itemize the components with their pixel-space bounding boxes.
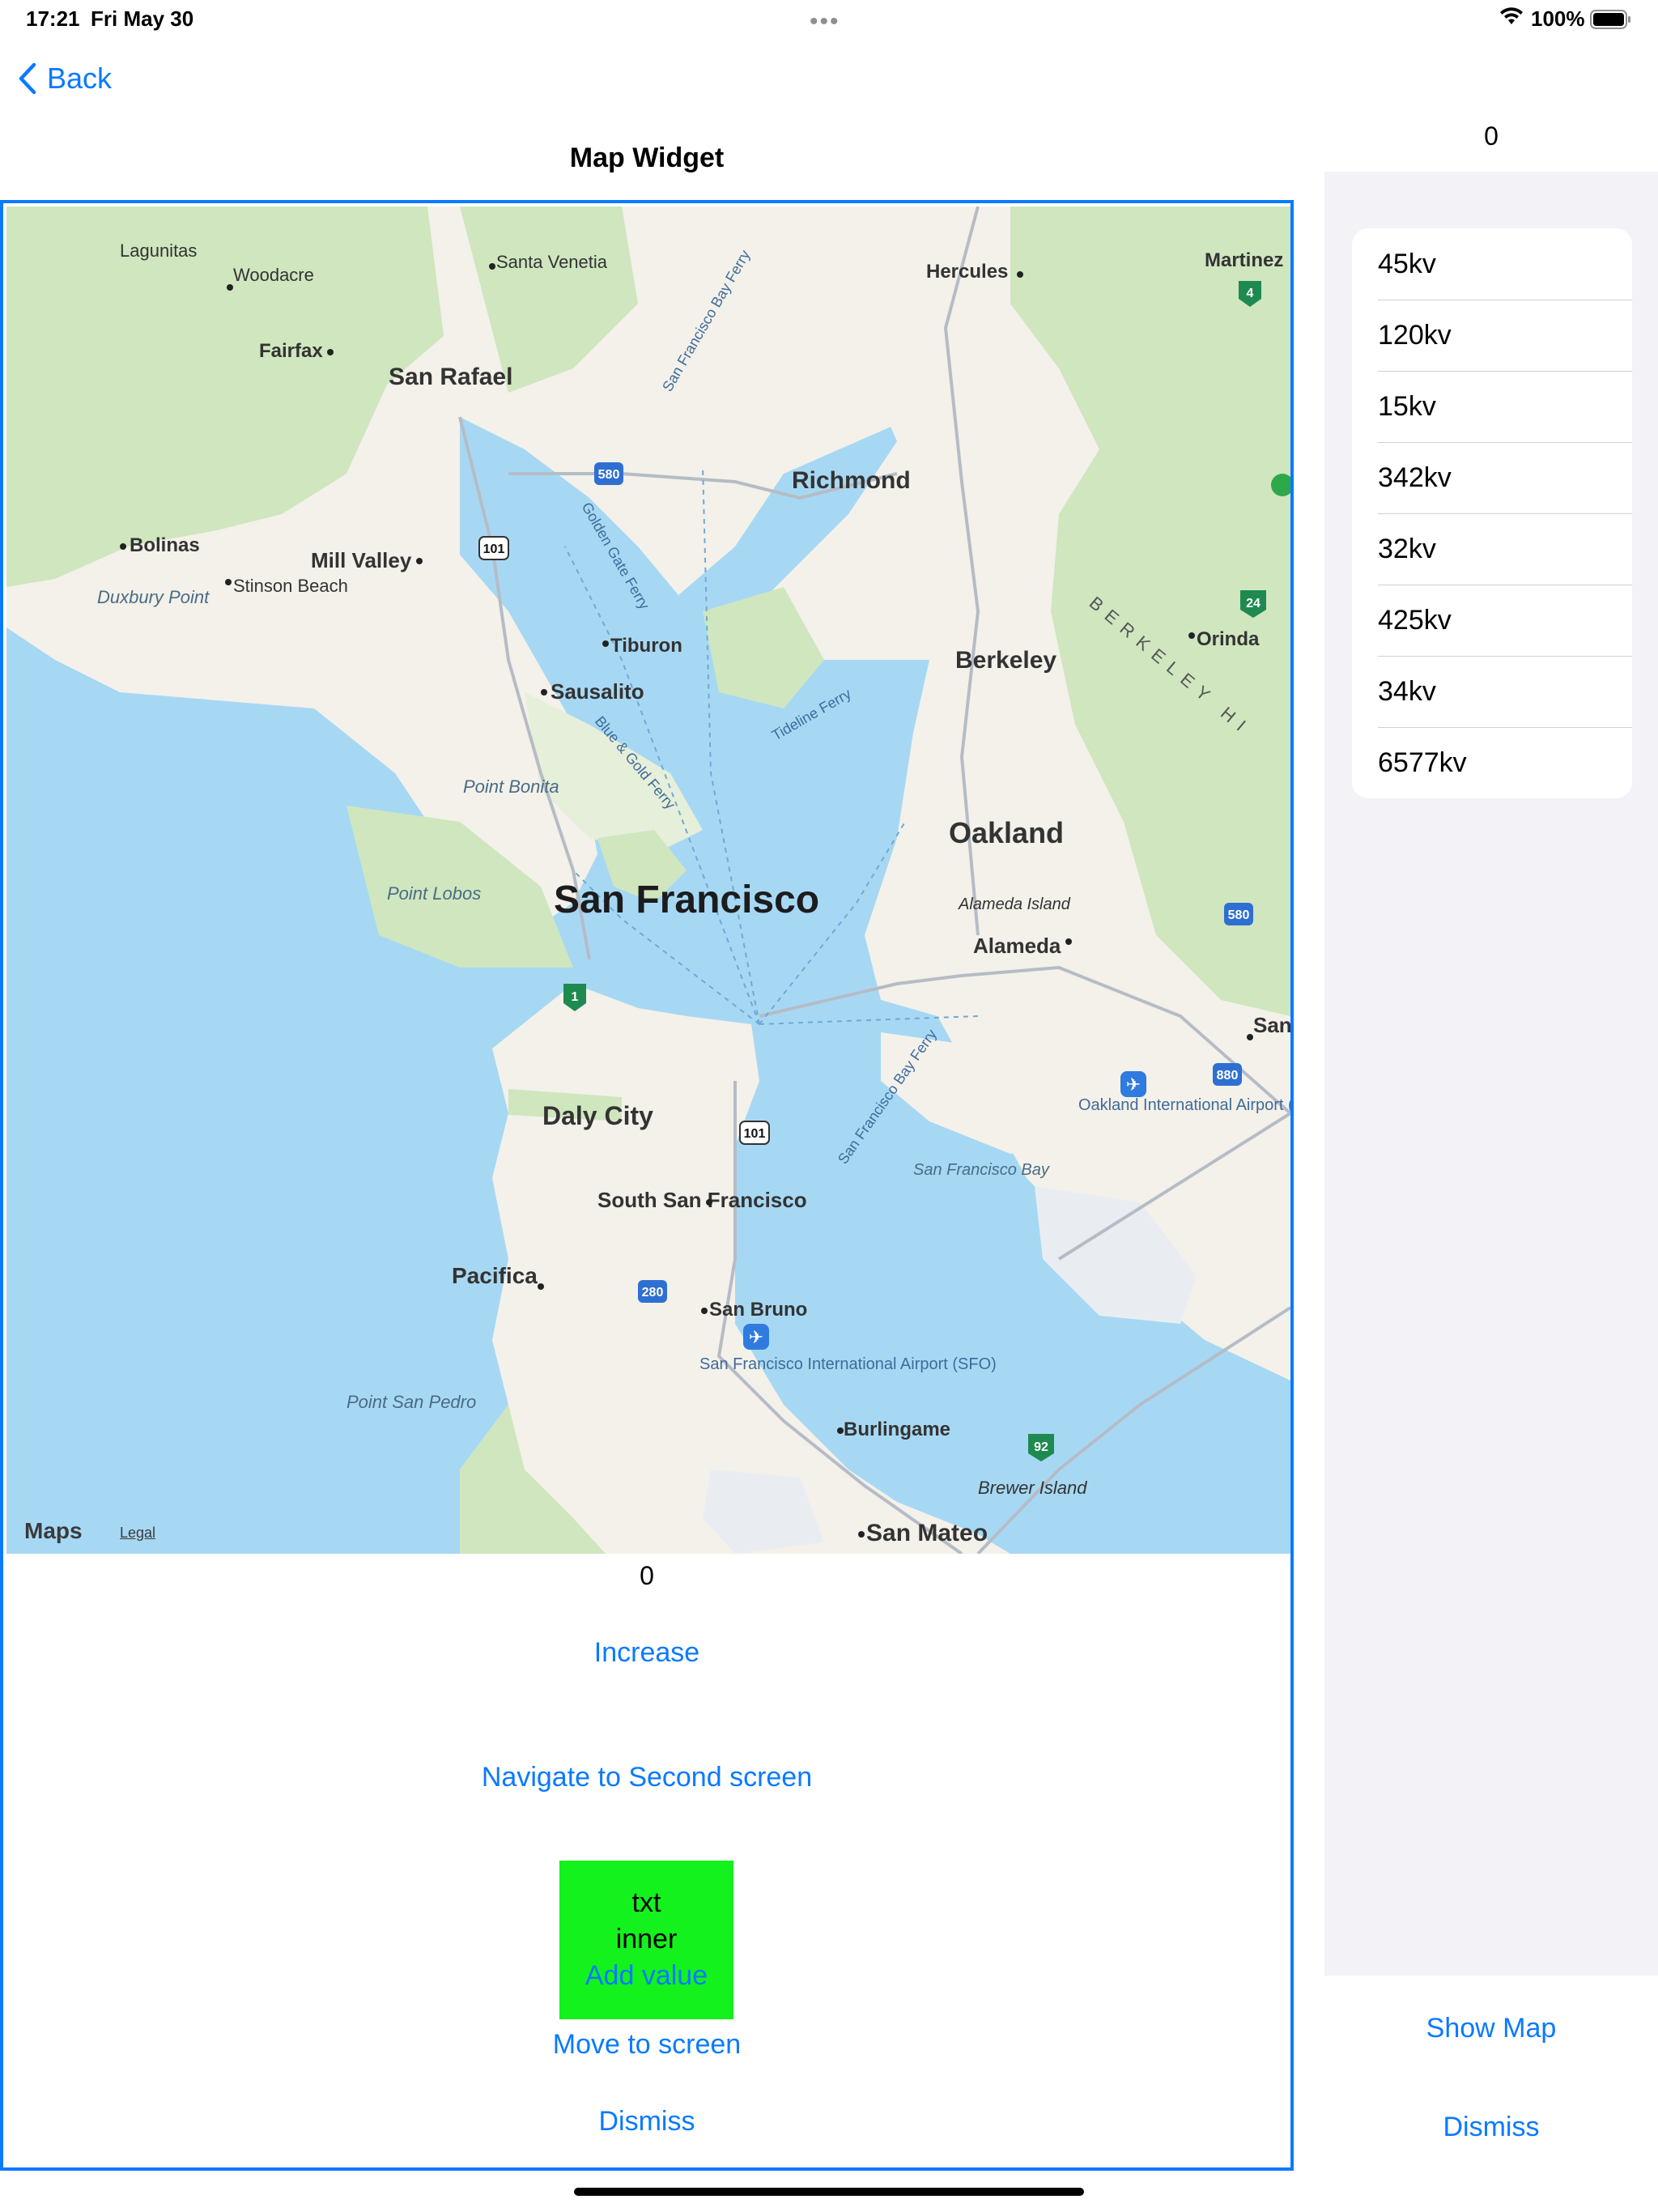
map-label-mill-valley: Mill Valley: [311, 548, 412, 572]
shield-i280: 280: [638, 1280, 667, 1303]
shield-i880: 880: [1213, 1063, 1242, 1086]
map-label-martinez: Martinez: [1205, 249, 1283, 271]
main-counter: 0: [640, 1561, 654, 1590]
inner-box-txt: txt: [631, 1887, 661, 1918]
map-label-san-bruno: San Bruno: [709, 1299, 807, 1321]
list-item[interactable]: 342kv: [1352, 442, 1632, 513]
svg-text:280: 280: [642, 1286, 664, 1300]
map-label-alameda-island: Alameda Island: [958, 895, 1071, 913]
home-indicator[interactable]: [574, 2188, 1084, 2196]
map-label-orinda: Orinda: [1197, 628, 1260, 650]
map-canvas: Lagunitas Woodacre Santa Venetia Hercule…: [6, 206, 1290, 1554]
map-label-bolinas: Bolinas: [130, 534, 200, 556]
side-panel: 45kv 120kv 15kv 342kv 32kv 425kv 34kv 65…: [1324, 172, 1658, 1976]
inner-box: txt inner Add value: [559, 1861, 733, 2019]
multitasking-dots-icon[interactable]: •••: [810, 8, 840, 36]
map-label-point-lobos: Point Lobos: [387, 883, 481, 904]
map-label-stinson-beach: Stinson Beach: [233, 576, 348, 596]
svg-text:92: 92: [1034, 1440, 1048, 1454]
map-legal-link[interactable]: Legal: [120, 1525, 155, 1542]
map-label-fairfax: Fairfax: [259, 340, 323, 362]
wifi-icon: [1499, 6, 1524, 30]
back-button[interactable]: Back: [18, 62, 112, 96]
map-label-brewer-island: Brewer Island: [978, 1478, 1087, 1498]
map-view[interactable]: Lagunitas Woodacre Santa Venetia Hercule…: [6, 206, 1290, 1554]
svg-text:580: 580: [1228, 908, 1250, 922]
dismiss-button[interactable]: Dismiss: [0, 2106, 1294, 2138]
map-label-san-leandro: San: [1253, 1013, 1290, 1037]
list-item[interactable]: 34kv: [1352, 656, 1632, 727]
status-time: 17:21: [26, 6, 80, 31]
back-label: Back: [47, 62, 113, 95]
svg-text:24: 24: [1246, 597, 1261, 610]
svg-text:580: 580: [598, 468, 620, 482]
page-title: Map Widget: [569, 143, 725, 173]
map-label-sausalito: Sausalito: [551, 679, 644, 704]
map-label-santa-venetia: Santa Venetia: [496, 252, 608, 272]
map-label-tiburon: Tiburon: [610, 635, 682, 657]
svg-text:✈: ✈: [1126, 1074, 1141, 1095]
battery-icon: [1590, 10, 1632, 33]
status-date: Fri May 30: [91, 6, 194, 31]
svg-text:1: 1: [572, 990, 579, 1004]
map-label-san-francisco: San Francisco: [554, 878, 819, 921]
map-label-sfo: San Francisco International Airport (SFO…: [699, 1355, 997, 1373]
svg-text:101: 101: [483, 542, 505, 556]
side-counter: 0: [1484, 121, 1499, 151]
map-label-burlingame: Burlingame: [844, 1419, 950, 1440]
sfo-airport-icon: ✈: [743, 1324, 769, 1350]
map-label-lagunitas: Lagunitas: [120, 240, 197, 261]
map-label-woodacre: Woodacre: [233, 265, 314, 285]
map-label-duxbury-point: Duxbury Point: [97, 587, 210, 607]
inner-box-inner: inner: [615, 1924, 678, 1955]
map-label-pacifica: Pacifica: [452, 1263, 538, 1288]
add-value-button[interactable]: Add value: [559, 1958, 733, 1994]
side-dismiss-button[interactable]: Dismiss: [1324, 2112, 1658, 2143]
shield-ca92: 92: [1028, 1434, 1054, 1461]
increase-button[interactable]: Increase: [0, 1637, 1294, 1669]
svg-text:101: 101: [744, 1127, 766, 1141]
apple-maps-logo: Maps: [24, 1518, 83, 1543]
list-item[interactable]: 6577kv: [1352, 727, 1632, 798]
svg-text:4: 4: [1247, 287, 1254, 300]
map-label-berkeley: Berkeley: [955, 647, 1056, 674]
map-label-point-bonita: Point Bonita: [463, 776, 559, 797]
voltage-list: 45kv 120kv 15kv 342kv 32kv 425kv 34kv 65…: [1352, 228, 1632, 798]
map-label-oakland: Oakland: [949, 816, 1064, 849]
svg-text:880: 880: [1217, 1069, 1239, 1083]
map-label-hercules: Hercules: [926, 261, 1008, 283]
map-label-richmond: Richmond: [792, 467, 911, 494]
show-map-button[interactable]: Show Map: [1324, 2013, 1658, 2044]
navigate-second-screen-button[interactable]: Navigate to Second screen: [0, 1762, 1294, 1793]
list-item[interactable]: 425kv: [1352, 585, 1632, 656]
chevron-left-icon: [19, 62, 36, 95]
shield-i580-east: 580: [1224, 903, 1253, 925]
map-label-point-san-pedro: Point San Pedro: [346, 1392, 476, 1412]
map-label-san-rafael: San Rafael: [389, 364, 512, 390]
list-item[interactable]: 32kv: [1352, 513, 1632, 585]
list-item[interactable]: 45kv: [1352, 228, 1632, 300]
map-label-daly-city: Daly City: [542, 1101, 653, 1130]
shield-us101-south: 101: [739, 1121, 770, 1145]
map-label-san-mateo: San Mateo: [866, 1520, 988, 1546]
svg-text:✈: ✈: [749, 1327, 763, 1347]
list-item[interactable]: 15kv: [1352, 371, 1632, 442]
battery-percent: 100%: [1531, 6, 1585, 31]
map-label-south-sf: South San Francisco: [597, 1188, 807, 1212]
map-label-alameda: Alameda: [973, 934, 1061, 958]
move-to-screen-button[interactable]: Move to screen: [0, 2029, 1294, 2061]
shield-us101-north: 101: [478, 536, 509, 560]
oakland-airport-icon: ✈: [1120, 1071, 1146, 1097]
shield-i580-north: 580: [594, 462, 623, 485]
map-label-sf-bay: San Francisco Bay: [913, 1161, 1050, 1179]
list-item[interactable]: 120kv: [1352, 300, 1632, 371]
map-label-oakland-airport: Oakland International Airport (OAK): [1078, 1096, 1290, 1114]
